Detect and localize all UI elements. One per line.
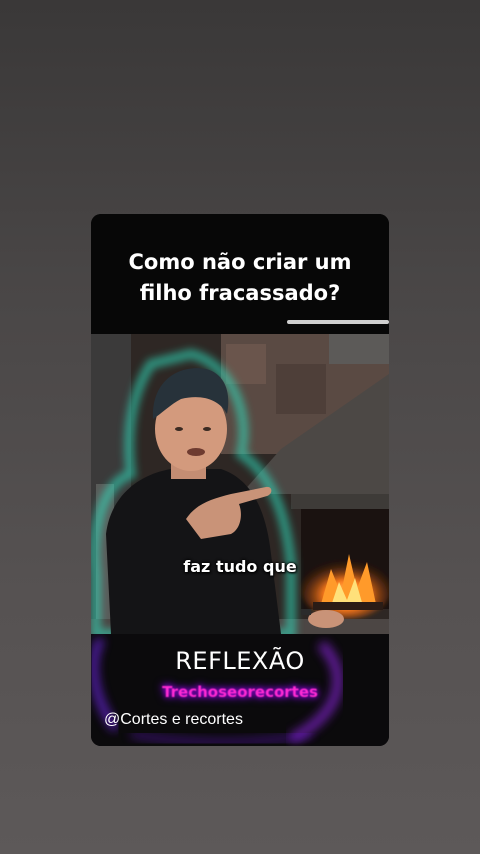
story-card[interactable]: Como não criar um filho fracassado? faz … — [91, 214, 389, 746]
watermark-text: Trechoseorecortes — [162, 683, 318, 701]
title-area: Como não criar um filho fracassado? — [91, 214, 389, 334]
reflexao-label: REFLEXÃO — [175, 647, 305, 675]
video-scene — [91, 334, 389, 634]
story-title-line-2: filho fracassado? — [139, 281, 341, 305]
story-title-line-1: Como não criar um — [128, 250, 352, 274]
story-progress-bar — [287, 320, 389, 324]
story-title: Como não criar um filho fracassado? — [91, 247, 389, 309]
channel-handle[interactable]: @Cortes e recortes — [104, 711, 243, 729]
video-caption: faz tudo que — [183, 557, 297, 576]
video-frame[interactable] — [91, 334, 389, 634]
